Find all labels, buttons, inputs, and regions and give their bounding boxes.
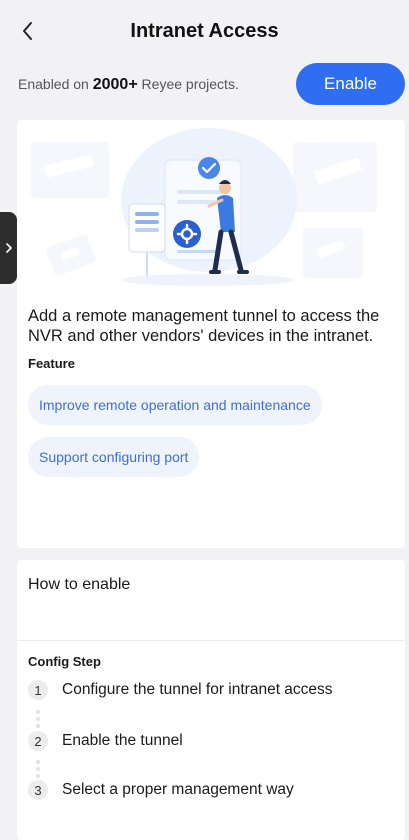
side-drawer-handle[interactable]: [0, 212, 17, 284]
chevron-left-icon: [23, 22, 32, 40]
step-text: Configure the tunnel for intranet access: [62, 681, 333, 698]
intro-card: Add a remote management tunnel to access…: [17, 120, 405, 548]
adoption-count: 2000+: [92, 76, 138, 93]
config-step: 1 Configure the tunnel for intranet acce…: [28, 680, 333, 700]
enable-button[interactable]: Enable: [296, 63, 405, 105]
how-to-enable-card: How to enable Config Step 1 Configure th…: [17, 560, 405, 840]
step-text: Select a proper management way: [62, 781, 294, 798]
step-number: 2: [28, 731, 48, 751]
divider: [17, 640, 405, 641]
illustration-image: [31, 128, 377, 286]
step-connector-dot: [36, 724, 40, 728]
nav-bar: Intranet Access: [0, 0, 409, 62]
step-connector-dot: [36, 774, 40, 778]
back-button[interactable]: [16, 19, 40, 43]
config-step: 2 Enable the tunnel: [28, 731, 183, 751]
step-connector-dot: [36, 717, 40, 721]
step-connector-dot: [36, 767, 40, 771]
feature-heading: Feature: [28, 356, 75, 371]
enable-banner: Enabled on 2000+ Reyee projects. Enable: [0, 62, 409, 108]
feature-description: Add a remote management tunnel to access…: [28, 307, 380, 345]
step-connector-dot: [36, 710, 40, 714]
adoption-text: Enabled on 2000+ Reyee projects.: [18, 76, 239, 94]
how-to-enable-title: How to enable: [28, 576, 131, 593]
adoption-prefix: Enabled on: [18, 76, 93, 92]
step-number: 3: [28, 780, 48, 800]
adoption-suffix: Reyee projects.: [137, 76, 239, 92]
step-connector-dot: [36, 760, 40, 764]
config-step: 3 Select a proper management way: [28, 780, 294, 800]
feature-chip: Support configuring port: [28, 437, 200, 477]
step-text: Enable the tunnel: [62, 732, 183, 749]
feature-chip: Improve remote operation and maintenance: [28, 385, 322, 425]
config-step-heading: Config Step: [28, 654, 101, 669]
page-title: Intranet Access: [130, 19, 279, 42]
chevron-right-icon: [5, 243, 12, 253]
step-number: 1: [28, 680, 48, 700]
